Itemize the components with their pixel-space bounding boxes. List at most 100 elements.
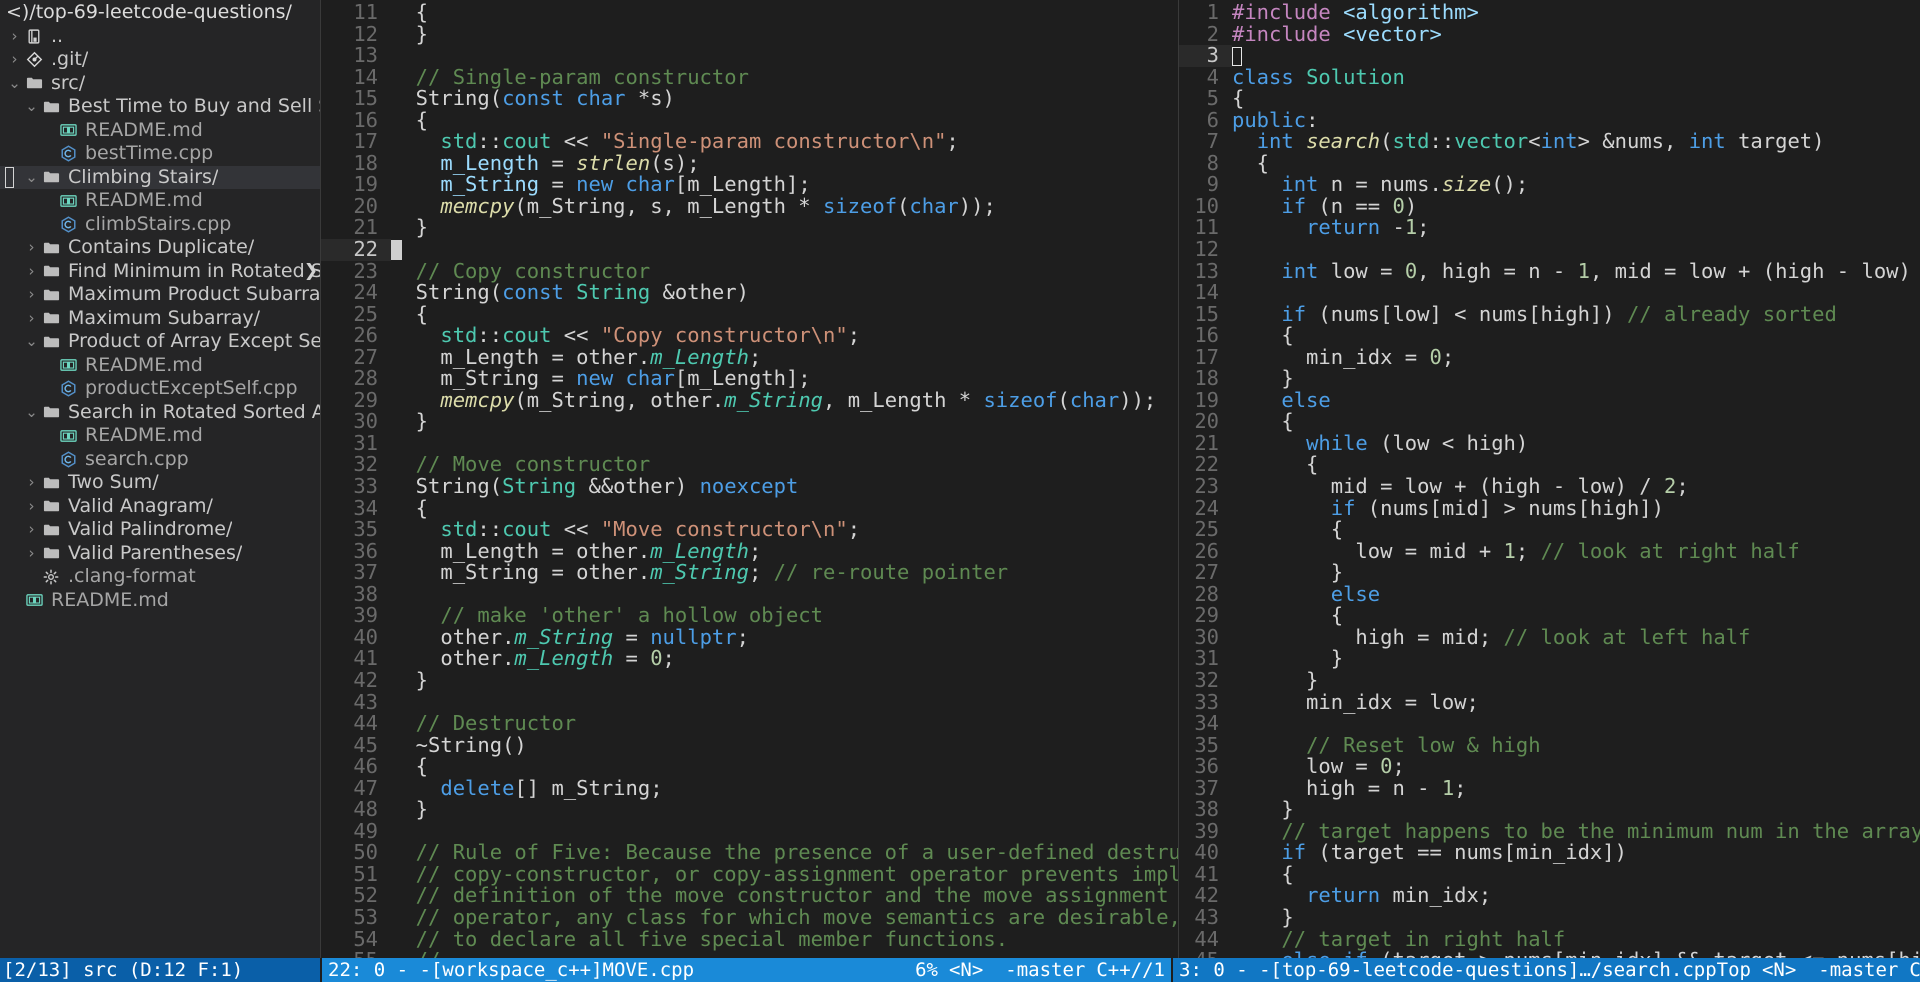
chevron-right-icon[interactable]: › [23,542,40,566]
tree-item-directory[interactable]: ⌄ Product of Array Except Self/ [0,330,320,354]
chevron-down-icon[interactable]: ⌄ [23,166,40,190]
code-line[interactable]: 36 m_Length = other.m_Length; [321,540,1178,563]
tree-item-file[interactable]: search.cpp [0,448,320,472]
code-line[interactable]: 18 } [1179,368,1920,390]
code-line[interactable]: 19 m_String = new char[m_Length]; [321,174,1178,196]
tree-item-directory[interactable]: › Maximum Subarray/ [0,307,320,331]
code-line[interactable]: 35 std::cout << "Move constructor\n"; [321,518,1178,541]
code-line[interactable]: 41 other.m_Length = 0; [321,648,1178,670]
code-line[interactable]: 41 { [1179,863,1920,886]
tree-item-directory[interactable]: ⌄ src/ [0,72,320,96]
code-line[interactable]: 14 // Single-param constructor [321,66,1178,89]
code-line[interactable]: 5{ [1179,87,1920,110]
chevron-right-icon[interactable]: › [6,48,23,72]
code-line[interactable]: 40 other.m_String = nullptr; [321,626,1178,649]
code-line[interactable]: 10 if (n == 0) [1179,195,1920,218]
code-line[interactable]: 32 // Move constructor [321,454,1178,476]
tree-item-directory[interactable]: › Maximum Product Subarray/ [0,283,321,307]
tree-item-directory[interactable]: ⌄ Best Time to Buy and Sell Stock/ [0,95,320,119]
code-line[interactable]: 21 } [321,217,1178,239]
tree-item-directory[interactable]: › Two Sum/ [0,471,320,495]
code-line[interactable]: 42 } [321,669,1178,692]
code-line[interactable]: 28 m_String = new char[m_Length]; [321,368,1178,390]
code-line[interactable]: 34 { [321,497,1178,520]
code-line[interactable]: 45 ~String() [321,734,1178,757]
tree-item-directory[interactable]: › Contains Duplicate/ [0,236,320,260]
code-line[interactable]: 40 if (target == nums[min_idx]) [1179,842,1920,864]
code-line[interactable]: 32 } [1179,669,1920,692]
tree-item-file[interactable]: README.md [0,589,320,613]
code-line[interactable]: 47 delete[] m_String; [321,777,1178,800]
tree-item-directory[interactable]: › Valid Parentheses/ [0,542,320,566]
code-line[interactable]: 30 high = mid; // look at left half [1179,626,1920,649]
code-line[interactable]: 34 [1179,712,1920,735]
code-line[interactable]: 30 } [321,411,1178,433]
code-line[interactable]: 25 { [1179,518,1920,541]
code-line[interactable]: 35 // Reset low & high [1179,734,1920,757]
code-line[interactable]: 12 [1179,238,1920,261]
code-line[interactable]: 11 { [321,1,1178,24]
code-line[interactable]: 13 int low = 0, high = n - 1, mid = low … [1179,260,1920,283]
code-line[interactable]: 53 // operator, any class for which move… [321,906,1178,929]
tree-item-directory[interactable]: ⌄ Climbing Stairs/ [0,165,320,190]
tree-item-directory[interactable]: › Valid Anagram/ [0,495,320,519]
code-line[interactable]: 48 } [321,798,1178,821]
code-line[interactable]: 7 int search(std::vector<int> &nums, int… [1179,131,1920,153]
code-line[interactable]: 17 min_idx = 0; [1179,346,1920,369]
file-tree-list[interactable]: ›.. › .git/⌄ src/⌄ Best Time to Buy and Sell… [0,25,320,613]
code-line[interactable]: 13 [321,45,1178,67]
tree-item-file[interactable]: README.md [0,189,320,213]
code-line[interactable]: 27 } [1179,561,1920,584]
code-line[interactable]: 8 { [1179,152,1920,175]
code-line[interactable]: 37 m_String = other.m_String; // re-rout… [321,561,1178,584]
chevron-right-icon[interactable]: › [6,25,23,49]
chevron-right-icon[interactable]: › [23,283,40,307]
chevron-down-icon[interactable]: ⌄ [6,72,23,96]
code-line[interactable]: 22 { [1179,454,1920,476]
code-line[interactable]: 55 // [321,949,1178,958]
tree-item-file[interactable]: productExceptSelf.cpp [0,377,320,401]
code-line[interactable]: 6 public: [1179,109,1920,132]
tree-item-directory[interactable]: › Valid Palindrome/ [0,518,320,542]
chevron-right-icon[interactable]: › [23,307,40,331]
code-line[interactable]: 16 { [321,109,1178,132]
code-buffer-search-cpp[interactable]: 1 #include <algorithm> 2 #include <vector> 3… [1179,0,1920,958]
code-line[interactable]: 38 [321,583,1178,606]
chevron-right-icon[interactable]: › [23,260,40,284]
chevron-right-icon[interactable]: › [23,236,40,260]
code-line[interactable]: 11 return -1; [1179,217,1920,239]
chevron-right-icon[interactable]: › [23,518,40,542]
code-line[interactable]: 52 // definition of the move constructor… [321,885,1178,907]
code-line[interactable]: 45 else if (target > nums[min_idx] && ta… [1179,949,1920,958]
code-line[interactable]: 17 std::cout << "Single-param constructo… [321,131,1178,153]
code-line[interactable]: 54 // to declare all five special member… [321,928,1178,951]
code-line[interactable]: 23 // Copy constructor [321,260,1178,283]
code-line[interactable]: 4 class Solution [1179,66,1920,89]
code-line[interactable]: 15 String(const char *s) [321,87,1178,110]
code-line[interactable]: 22 [321,238,1178,261]
code-line[interactable]: 15 if (nums[low] < nums[high]) // alread… [1179,303,1920,326]
code-line[interactable]: 28 else [1179,583,1920,606]
chevron-down-icon[interactable]: ⌄ [23,95,40,119]
code-line[interactable]: 1 #include <algorithm> [1179,1,1920,24]
code-line[interactable]: 29 { [1179,605,1920,627]
code-line[interactable]: 12 } [321,23,1178,46]
code-line[interactable]: 23 mid = low + (high - low) / 2; [1179,475,1920,498]
code-line[interactable]: 43 [321,691,1178,714]
tree-item-directory[interactable]: › Find Minimum in Rotated Sorted❯ [0,260,321,284]
code-line[interactable]: 43 } [1179,906,1920,929]
chevron-right-icon[interactable]: › [23,495,40,519]
code-line[interactable]: 31 [321,432,1178,455]
tree-item-directory[interactable]: ⌄ Search in Rotated Sorted Array/ [0,401,320,425]
code-line[interactable]: 37 high = n - 1; [1179,777,1920,800]
tree-item-file[interactable]: bestTime.cpp [0,142,320,166]
tree-item-file[interactable]: .clang-format [0,565,320,589]
chevron-right-icon[interactable]: › [23,471,40,495]
code-line[interactable]: 26 std::cout << "Copy constructor\n"; [321,324,1178,347]
code-line[interactable]: 51 // copy-constructor, or copy-assignme… [321,863,1178,886]
tree-item-directory[interactable]: › .git/ [0,48,320,72]
tree-item-file[interactable]: README.md [0,354,320,378]
code-line[interactable]: 18 m_Length = strlen(s); [321,152,1178,175]
code-line[interactable]: 38 } [1179,798,1920,821]
code-line[interactable]: 20 memcpy(m_String, s, m_Length * sizeof… [321,195,1178,218]
